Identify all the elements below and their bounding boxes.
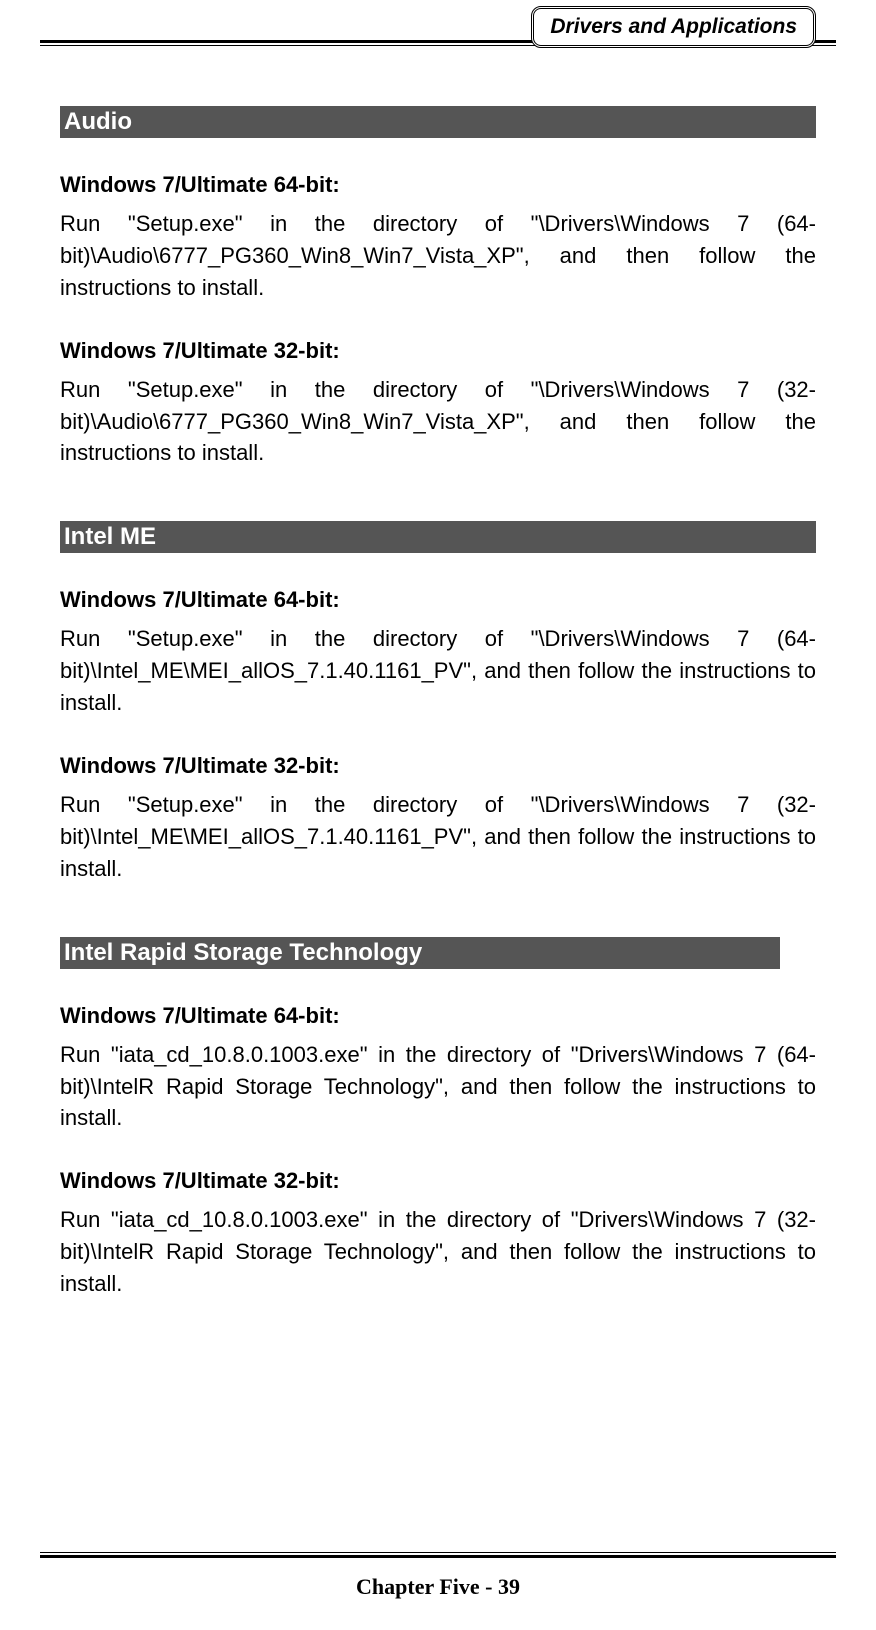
section-heading-intel-me: Intel ME [60, 521, 816, 553]
body-paragraph: Run "iata_cd_10.8.0.1003.exe" in the dir… [60, 1039, 816, 1135]
header-badge-text: Drivers and Applications [550, 15, 797, 38]
body-paragraph: Run "Setup.exe" in the directory of "\Dr… [60, 623, 816, 719]
header-badge: Drivers and Applications [531, 6, 816, 48]
page-content: Audio Windows 7/Ultimate 64-bit: Run "Se… [0, 46, 876, 1300]
footer-page-label: Chapter Five - 39 [40, 1574, 836, 1600]
subheading: Windows 7/Ultimate 64-bit: [60, 1003, 816, 1029]
body-paragraph: Run "Setup.exe" in the directory of "\Dr… [60, 789, 816, 885]
subheading: Windows 7/Ultimate 32-bit: [60, 753, 816, 779]
page-header: Drivers and Applications [0, 0, 876, 46]
body-paragraph: Run "iata_cd_10.8.0.1003.exe" in the dir… [60, 1204, 816, 1300]
subheading: Windows 7/Ultimate 32-bit: [60, 1168, 816, 1194]
subheading: Windows 7/Ultimate 64-bit: [60, 587, 816, 613]
subheading: Windows 7/Ultimate 64-bit: [60, 172, 816, 198]
page-footer: Chapter Five - 39 [40, 1552, 836, 1600]
section-heading-audio: Audio [60, 106, 816, 138]
body-paragraph: Run "Setup.exe" in the directory of "\Dr… [60, 374, 816, 470]
section-heading-intel-rst: Intel Rapid Storage Technology [60, 937, 780, 969]
subheading: Windows 7/Ultimate 32-bit: [60, 338, 816, 364]
body-paragraph: Run "Setup.exe" in the directory of "\Dr… [60, 208, 816, 304]
bottom-divider [40, 1552, 836, 1558]
